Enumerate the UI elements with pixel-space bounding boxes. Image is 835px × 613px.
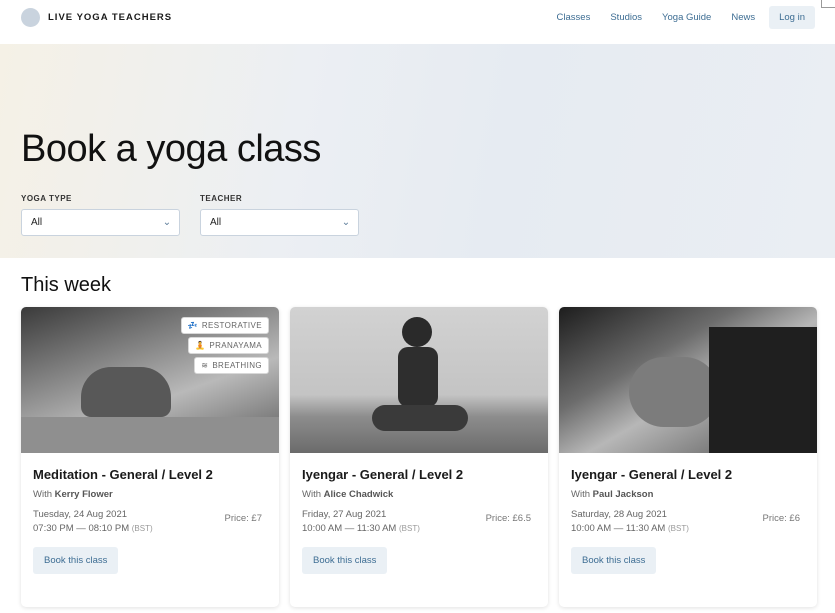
chevron-down-icon: ⌄ [341, 217, 351, 228]
timezone: (BST) [131, 524, 153, 533]
timezone: (BST) [668, 524, 689, 533]
teacher-name: Paul Jackson [592, 489, 654, 500]
yoga-figure [81, 367, 171, 417]
card-body: Meditation - General / Level 2 With Kerr… [21, 453, 279, 588]
class-title: Iyengar - General / Level 2 [571, 467, 733, 482]
nav-classes[interactable]: Classes [557, 12, 591, 23]
book-class-button[interactable]: Book this class [33, 547, 119, 574]
class-photo [290, 307, 548, 453]
tag-label: RESTORATIVE [201, 321, 262, 330]
section-title: This week [21, 274, 112, 296]
class-time: 10:00 AM — 11:30 AM (BST) [302, 523, 536, 534]
yoga-figure-legs [372, 405, 468, 431]
timezone: (BST) [399, 524, 420, 533]
class-card[interactable]: Iyengar - General / Level 2 With Alice C… [290, 307, 548, 607]
yoga-figure-body [398, 347, 438, 407]
class-time: 10:00 AM — 11:30 AM (BST) [571, 523, 805, 534]
teacher-name: Alice Chadwick [323, 489, 394, 500]
yoga-type-value: All [31, 217, 43, 228]
teacher-select[interactable]: All ⌄ [200, 209, 359, 236]
class-tags: 💤 RESTORATIVE 🧘 PRANAYAMA ≋ BREATHING [180, 317, 269, 377]
logo-circle-icon [21, 8, 40, 27]
yoga-type-filter: YOGA TYPE All ⌄ [21, 194, 180, 236]
teacher-name: Kerry Flower [54, 489, 113, 500]
teacher-prefix: With [33, 489, 52, 500]
class-card[interactable]: 💤 RESTORATIVE 🧘 PRANAYAMA ≋ BREATHING Me… [21, 307, 279, 607]
tag-label: BREATHING [212, 361, 262, 370]
window-corner [821, 0, 835, 8]
class-title: Iyengar - General / Level 2 [302, 467, 464, 482]
book-class-button[interactable]: Book this class [571, 547, 657, 574]
class-title: Meditation - General / Level 2 [33, 467, 213, 482]
teacher-value: All [210, 217, 222, 228]
class-teacher: With Alice Chadwick [302, 489, 536, 500]
teacher-prefix: With [302, 489, 321, 500]
time-range: 07:30 PM — 08:10 PM [33, 523, 130, 534]
main-nav: Classes Studios Yoga Guide News Log in [537, 6, 815, 29]
breath-icon: ≋ [201, 361, 209, 370]
page: LIVE YOGA TEACHERS Classes Studios Yoga … [0, 0, 835, 613]
floor-shape [21, 417, 279, 453]
card-body: Iyengar - General / Level 2 With Paul Ja… [559, 453, 817, 588]
brand-logo[interactable]: LIVE YOGA TEACHERS [21, 8, 172, 27]
hero-section: Book a yoga class YOGA TYPE All ⌄ TEACHE… [0, 44, 835, 258]
chevron-down-icon: ⌄ [162, 217, 172, 228]
card-body: Iyengar - General / Level 2 With Alice C… [290, 453, 548, 588]
time-range: 10:00 AM — 11:30 AM [571, 523, 666, 534]
yoga-type-select[interactable]: All ⌄ [21, 209, 180, 236]
brand-name: LIVE YOGA TEACHERS [48, 12, 173, 23]
class-time: 07:30 PM — 08:10 PM (BST) [33, 523, 267, 534]
nav-studios[interactable]: Studios [610, 12, 642, 23]
nav-news[interactable]: News [731, 12, 755, 23]
class-photo [559, 307, 817, 453]
class-teacher: With Kerry Flower [33, 489, 267, 500]
yoga-figure-head [402, 317, 432, 347]
time-range: 10:00 AM — 11:30 AM [302, 523, 397, 534]
class-price: Price: £6 [762, 513, 801, 524]
teacher-filter: TEACHER All ⌄ [200, 194, 359, 236]
figure-shadow [709, 327, 817, 453]
tag-label: PRANAYAMA [209, 341, 262, 350]
teacher-label: TEACHER [200, 194, 243, 203]
site-header: LIVE YOGA TEACHERS Classes Studios Yoga … [0, 0, 835, 44]
page-title: Book a yoga class [21, 128, 321, 170]
class-card[interactable]: Iyengar - General / Level 2 With Paul Ja… [559, 307, 817, 607]
tag-pranayama: 🧘 PRANAYAMA [187, 337, 269, 354]
book-class-button[interactable]: Book this class [302, 547, 388, 574]
meditation-icon: 🧘 [194, 341, 206, 350]
teacher-prefix: With [571, 489, 590, 500]
hands-shape [629, 357, 719, 427]
zzz-icon: 💤 [187, 321, 198, 330]
login-button[interactable]: Log in [769, 6, 815, 29]
class-price: Price: £6.5 [485, 513, 531, 524]
class-photo: 💤 RESTORATIVE 🧘 PRANAYAMA ≋ BREATHING [21, 307, 279, 453]
class-price: Price: £7 [224, 513, 263, 524]
nav-yoga-guide[interactable]: Yoga Guide [662, 12, 711, 23]
tag-restorative: 💤 RESTORATIVE [180, 317, 269, 334]
yoga-type-label: YOGA TYPE [21, 194, 72, 203]
class-teacher: With Paul Jackson [571, 489, 805, 500]
tag-breathing: ≋ BREATHING [194, 357, 269, 374]
